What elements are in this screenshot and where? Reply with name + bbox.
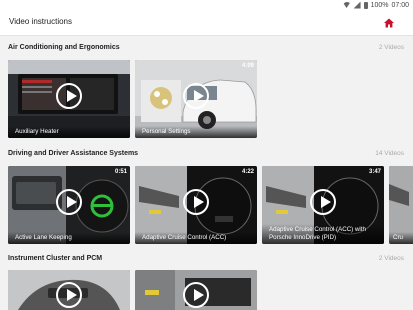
video-duration: 3:47: [368, 169, 381, 175]
section-count-instrument-cluster[interactable]: 2 Videos: [379, 255, 404, 262]
video-title: Adaptive Cruise Control (ACC) with Porsc…: [262, 224, 384, 244]
play-icon[interactable]: [183, 189, 209, 215]
play-icon[interactable]: [56, 282, 82, 308]
status-icons: 100% 07:00: [342, 0, 409, 10]
video-card-auxiliary-heater[interactable]: Auxiliary Heater: [8, 60, 130, 138]
video-title: Cru: [389, 231, 413, 244]
play-icon[interactable]: [310, 189, 336, 215]
section-count-air-conditioning[interactable]: 2 Videos: [379, 44, 404, 51]
play-icon[interactable]: [183, 83, 209, 109]
video-card-partial[interactable]: Cru: [389, 166, 413, 244]
video-title: Auxiliary Heater: [8, 125, 130, 138]
status-bar: 100% 07:00: [0, 0, 413, 10]
wifi-icon: [342, 2, 351, 8]
section-title-instrument-cluster: Instrument Cluster and PCM: [8, 255, 103, 262]
signal-icon: [353, 1, 361, 9]
section-title-driving-assistance: Driving and Driver Assistance Systems: [8, 150, 139, 157]
play-icon[interactable]: [183, 282, 209, 308]
play-icon[interactable]: [56, 83, 82, 109]
video-title: Personal Settings: [135, 125, 257, 138]
video-card-active-lane-keeping[interactable]: 0:51 Active Lane Keeping: [8, 166, 130, 244]
play-icon[interactable]: [56, 189, 82, 215]
video-duration: 0:51: [114, 169, 127, 175]
video-duration: 4:09: [241, 63, 254, 69]
section-title-air-conditioning: Air Conditioning and Ergonomics: [8, 44, 120, 51]
section-count-driving-assistance[interactable]: 14 Videos: [375, 150, 404, 157]
app-bar: Video instructions: [0, 10, 413, 36]
battery-level: 100%: [370, 1, 389, 9]
video-duration: 4:22: [241, 169, 254, 175]
video-title: Adaptive Cruise Control (ACC): [135, 231, 257, 244]
page-title: Video instructions: [9, 17, 72, 26]
battery-icon: [363, 1, 368, 9]
video-card-instrument-2[interactable]: [135, 270, 257, 310]
video-card-personal-settings[interactable]: 4:09 Personal Settings: [135, 60, 257, 138]
home-icon[interactable]: [383, 17, 395, 29]
video-card-acc-innodrive[interactable]: 3:47 Adaptive Cruise Control (ACC) with …: [262, 166, 384, 244]
video-card-adaptive-cruise-control[interactable]: 4:22 Adaptive Cruise Control (ACC): [135, 166, 257, 244]
video-title: Active Lane Keeping: [8, 231, 130, 244]
clock: 07:00: [391, 1, 409, 9]
video-card-instrument-1[interactable]: [8, 270, 130, 310]
